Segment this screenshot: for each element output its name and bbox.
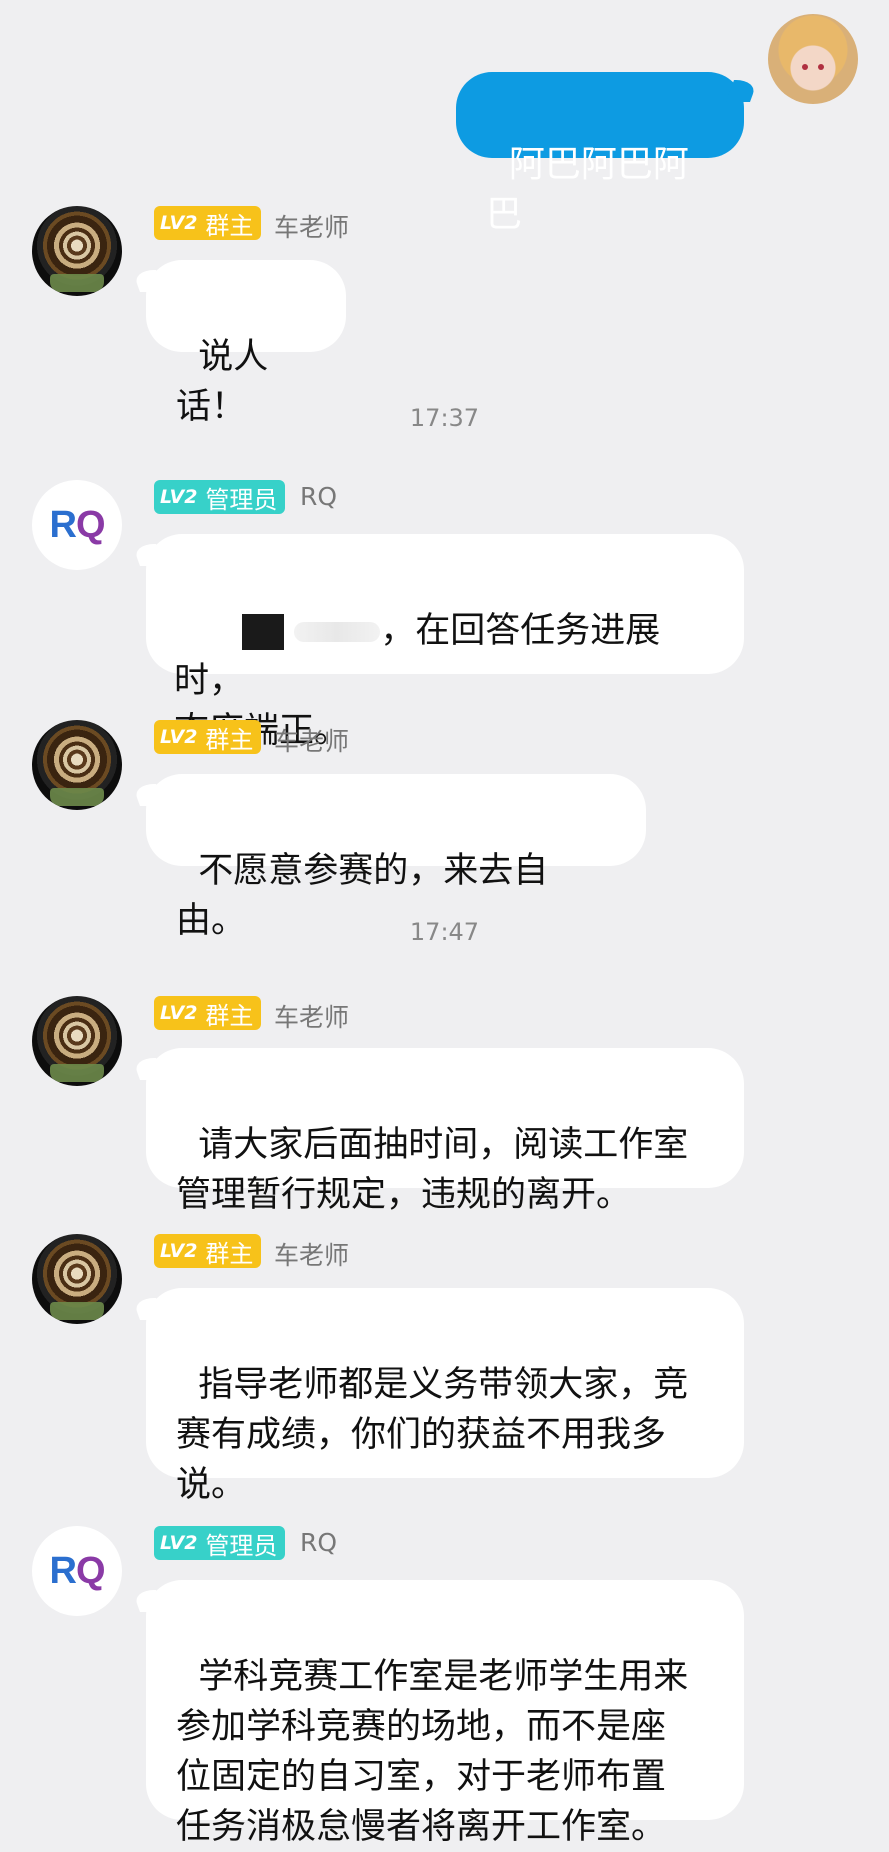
role-label: 群主 xyxy=(205,1001,254,1030)
owner-badge: LV2 群主 xyxy=(154,720,262,754)
message-text: 请大家后面抽时间，阅读工作室 管理暂行规定，违规的离开。 xyxy=(176,1125,689,1215)
admin-badge: LV2 管理员 xyxy=(154,1526,286,1560)
owner-badge: LV2 群主 xyxy=(154,1234,262,1268)
avatar-che-teacher[interactable] xyxy=(32,206,122,296)
role-label: 管理员 xyxy=(205,485,278,514)
sender-name: 车老师 xyxy=(274,1241,350,1270)
message-bubble[interactable]: 请大家后面抽时间，阅读工作室 管理暂行规定，违规的离开。 xyxy=(146,1048,744,1215)
message-bubble[interactable]: ，在回答任务进展时， 态度端正。 xyxy=(146,534,744,751)
message-bubble[interactable]: 不愿意参赛的，来去自由。 xyxy=(146,774,646,941)
sender-name: RQ xyxy=(300,1528,338,1557)
avatar-che-teacher[interactable] xyxy=(32,720,122,810)
level-label: LV2 xyxy=(160,726,198,748)
avatar-rq[interactable]: RQ xyxy=(32,1526,122,1616)
avatar-che-teacher[interactable] xyxy=(32,1234,122,1324)
role-label: 群主 xyxy=(205,725,254,754)
level-label: LV2 xyxy=(160,212,198,234)
message-text: 指导老师都是义务带领大家，竞 赛有成绩，你们的获益不用我多 说。 xyxy=(176,1365,689,1505)
message-text: 阿巴阿巴阿巴 xyxy=(486,144,689,235)
my-avatar[interactable] xyxy=(768,14,858,104)
message-bubble[interactable]: 学科竞赛工作室是老师学生用来 参加学科竞赛的场地，而不是座 位固定的自习室，对于… xyxy=(146,1580,744,1847)
owner-badge: LV2 群主 xyxy=(154,206,262,240)
sender-name: 车老师 xyxy=(274,213,350,242)
avatar-initial-r: R xyxy=(49,1549,76,1592)
my-message-bubble[interactable]: 阿巴阿巴阿巴 xyxy=(456,72,744,235)
role-label: 群主 xyxy=(205,1239,254,1268)
blurred-text xyxy=(294,622,381,642)
redacted-block xyxy=(242,614,285,650)
avatar-initial-r: R xyxy=(49,503,76,546)
admin-badge: LV2 管理员 xyxy=(154,480,286,514)
sender-name: 车老师 xyxy=(274,1003,350,1032)
avatar-initial-q: Q xyxy=(75,503,106,546)
owner-badge: LV2 群主 xyxy=(154,996,262,1030)
level-label: LV2 xyxy=(160,1532,198,1554)
avatar-che-teacher[interactable] xyxy=(32,996,122,1086)
role-label: 管理员 xyxy=(205,1531,278,1560)
timestamp: 17:37 xyxy=(409,404,480,432)
message-bubble[interactable]: 说人话！ xyxy=(146,260,346,427)
level-label: LV2 xyxy=(160,486,198,508)
level-label: LV2 xyxy=(160,1240,198,1262)
message-bubble[interactable]: 指导老师都是义务带领大家，竞 赛有成绩，你们的获益不用我多 说。 xyxy=(146,1288,744,1505)
avatar-rq[interactable]: RQ xyxy=(32,480,122,570)
sender-name: RQ xyxy=(300,482,338,511)
avatar-initial-q: Q xyxy=(75,1549,106,1592)
timestamp: 17:47 xyxy=(409,918,480,946)
level-label: LV2 xyxy=(160,1002,198,1024)
role-label: 群主 xyxy=(205,211,254,240)
message-text: 学科竞赛工作室是老师学生用来 参加学科竞赛的场地，而不是座 位固定的自习室，对于… xyxy=(176,1657,689,1847)
sender-name: 车老师 xyxy=(274,727,350,756)
